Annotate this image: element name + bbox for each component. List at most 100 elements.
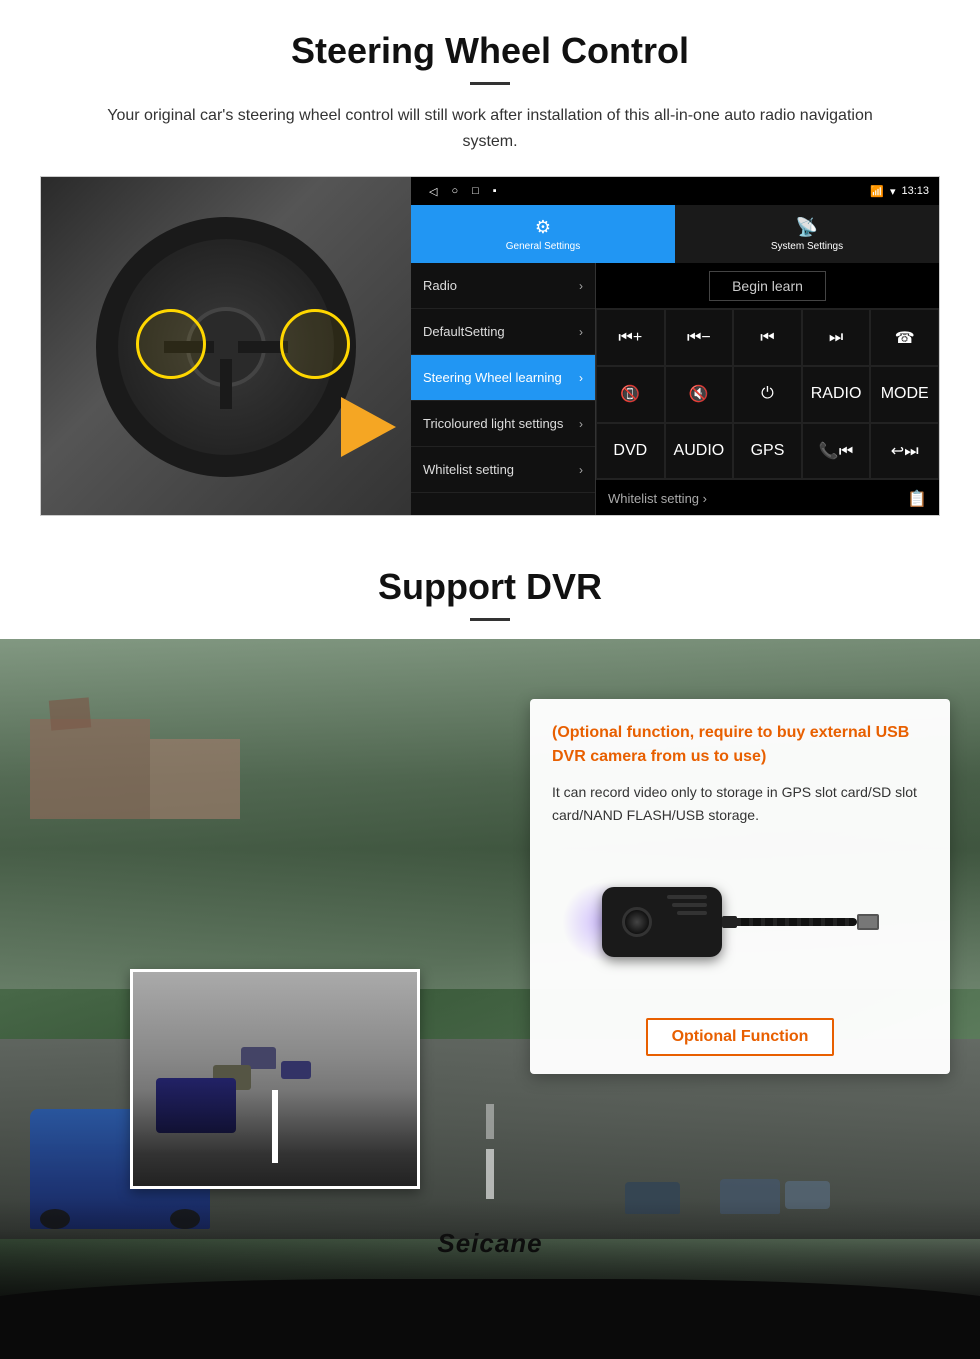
begin-learn-button[interactable]: Begin learn xyxy=(709,271,826,301)
arrow-shape xyxy=(341,397,396,457)
dashboard-area xyxy=(0,1229,980,1359)
inset-road-scene xyxy=(133,972,417,1186)
dvr-background: (Optional function, require to buy exter… xyxy=(0,639,980,1359)
nav-back-icon[interactable]: ◁ xyxy=(429,185,437,198)
next-icon: ⏭ xyxy=(829,329,843,347)
btn-radio[interactable]: RADIO xyxy=(802,366,871,423)
left-button-cluster-highlight xyxy=(136,309,206,379)
power-icon: ⏻ xyxy=(761,385,774,403)
camera-cable xyxy=(717,918,857,926)
section-subtitle: Your original car's steering wheel contr… xyxy=(80,103,900,154)
tab-system-label: System Settings xyxy=(771,241,843,252)
inset-car-2 xyxy=(281,1061,311,1079)
steering-demo-area: ◁ ○ □ ▪ 📶 ▾ 13:13 ⚙ General Settings xyxy=(40,176,940,516)
btn-tel-next[interactable]: ↩⏭ xyxy=(870,423,939,480)
btn-dvd[interactable]: DVD xyxy=(596,423,665,480)
general-settings-icon: ⚙ xyxy=(535,217,551,238)
hangup-icon: 📵 xyxy=(620,384,640,404)
usb-connector xyxy=(857,914,879,930)
btn-audio[interactable]: AUDIO xyxy=(665,423,734,480)
inset-suv xyxy=(156,1078,236,1133)
wheel-outer-ring xyxy=(96,217,356,477)
spoke-bottom xyxy=(220,359,232,409)
menu-steering-label: Steering Wheel learning xyxy=(423,370,562,385)
btn-vol-up[interactable]: ⏮+ xyxy=(596,309,665,366)
btn-power[interactable]: ⏻ xyxy=(733,366,802,423)
whitelist-row: Whitelist setting › 📋 xyxy=(596,479,939,516)
steering-wheel-photo xyxy=(41,177,411,516)
mode-label: MODE xyxy=(881,385,929,403)
building-1 xyxy=(30,719,150,819)
nav-home-icon[interactable]: ○ xyxy=(451,185,458,198)
dvr-title-divider xyxy=(470,618,510,621)
settings-tabs: ⚙ General Settings 📡 System Settings xyxy=(411,205,939,263)
menu-item-whitelist[interactable]: Whitelist setting › xyxy=(411,447,595,493)
menu-item-radio[interactable]: Radio › xyxy=(411,263,595,309)
steering-section: Steering Wheel Control Your original car… xyxy=(0,0,980,536)
system-settings-icon: 📡 xyxy=(796,217,818,238)
android-ui-panel: ◁ ○ □ ▪ 📶 ▾ 13:13 ⚙ General Settings xyxy=(411,177,939,516)
building-2 xyxy=(150,739,240,819)
clock: 13:13 xyxy=(901,185,929,197)
nav-recents-icon[interactable]: □ xyxy=(472,185,479,198)
vol-down-icon: ⏮− xyxy=(687,329,711,347)
road-line-far xyxy=(486,1104,494,1139)
roof-1 xyxy=(49,698,91,731)
menu-tricoloured-label: Tricoloured light settings xyxy=(423,416,563,431)
tab-general-settings[interactable]: ⚙ General Settings xyxy=(411,205,675,263)
dvr-info-text: It can record video only to storage in G… xyxy=(552,781,928,826)
android-statusbar: ◁ ○ □ ▪ 📶 ▾ 13:13 xyxy=(411,177,939,205)
settings-menu-list: Radio › DefaultSetting › Steering Wheel … xyxy=(411,263,596,516)
chevron-icon-4: › xyxy=(579,417,583,431)
vol-up-icon: ⏮+ xyxy=(618,329,642,347)
radio-label: RADIO xyxy=(811,385,862,403)
camera-assembly xyxy=(602,887,879,957)
statusbar-right: 📶 ▾ 13:13 xyxy=(870,185,929,198)
vent-3 xyxy=(677,911,707,915)
chevron-icon-5: › xyxy=(579,463,583,477)
nav-menu-icon[interactable]: ▪ xyxy=(493,185,497,198)
btn-vol-down[interactable]: ⏮− xyxy=(665,309,734,366)
cable-connector xyxy=(722,916,737,928)
btn-tel-prev[interactable]: 📞⏮ xyxy=(802,423,871,480)
dvr-info-box: (Optional function, require to buy exter… xyxy=(530,699,950,1074)
dvr-title: Support DVR xyxy=(40,566,940,608)
vent-2 xyxy=(672,903,707,907)
settings-menu-area: Radio › DefaultSetting › Steering Wheel … xyxy=(411,263,939,516)
right-button-cluster-highlight xyxy=(280,309,350,379)
dvr-inset-image xyxy=(130,969,420,1189)
menu-radio-label: Radio xyxy=(423,278,457,293)
btn-phone[interactable]: ☎ xyxy=(870,309,939,366)
chevron-icon: › xyxy=(579,279,583,293)
whitelist-icon: 📋 xyxy=(907,489,927,509)
dvr-camera-image xyxy=(552,842,928,1002)
menu-item-steering-wheel[interactable]: Steering Wheel learning › xyxy=(411,355,595,401)
whitelist-row-label: Whitelist setting › xyxy=(608,491,707,506)
tab-general-label: General Settings xyxy=(506,241,581,252)
signal-icon: 📶 xyxy=(870,185,884,198)
camera-lens xyxy=(622,907,652,937)
btn-mode[interactable]: MODE xyxy=(870,366,939,423)
gps-label: GPS xyxy=(751,442,785,460)
inset-line-3 xyxy=(272,1143,278,1163)
btn-gps[interactable]: GPS xyxy=(733,423,802,480)
btn-prev[interactable]: ⏮ xyxy=(733,309,802,366)
menu-item-defaultsetting[interactable]: DefaultSetting › xyxy=(411,309,595,355)
arrow-indicator xyxy=(341,397,401,457)
dvr-info-title: (Optional function, require to buy exter… xyxy=(552,721,928,769)
menu-default-label: DefaultSetting xyxy=(423,324,505,339)
btn-hangup[interactable]: 📵 xyxy=(596,366,665,423)
tab-system-settings[interactable]: 📡 System Settings xyxy=(675,205,939,263)
optional-btn-container: Optional Function xyxy=(552,1018,928,1056)
vent-1 xyxy=(667,895,707,899)
tel-prev-icon: 📞⏮ xyxy=(819,441,853,461)
road-line-center xyxy=(486,1149,494,1199)
menu-item-tricoloured[interactable]: Tricoloured light settings › xyxy=(411,401,595,447)
btn-next[interactable]: ⏭ xyxy=(802,309,871,366)
begin-learn-row: Begin learn xyxy=(596,263,939,309)
btn-mute[interactable]: 🔇 xyxy=(665,366,734,423)
mute-icon: 🔇 xyxy=(689,384,709,404)
phone-icon: ☎ xyxy=(895,328,915,348)
nav-buttons: ◁ ○ □ ▪ xyxy=(429,185,497,198)
optional-function-button[interactable]: Optional Function xyxy=(646,1018,835,1056)
